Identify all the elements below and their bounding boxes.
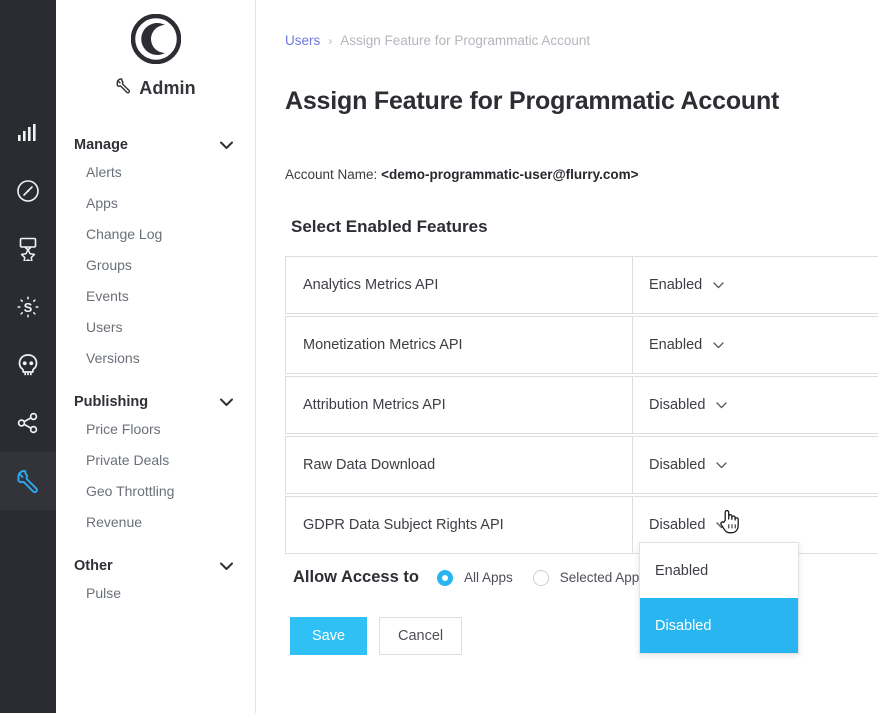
breadcrumb-current: Assign Feature for Programmatic Account [340,33,591,48]
breadcrumb: Users › Assign Feature for Programmatic … [285,32,878,50]
chevron-down-icon[interactable] [713,281,724,289]
feature-name-cell: Analytics Metrics API [286,257,633,313]
feature-state-value: Disabled [649,397,706,413]
brand-title: Admin [115,77,196,99]
radio-selected-apps-label: Selected Apps [559,570,647,585]
app-root: S Admin Manage Alerts Apps Change Log Gr… [0,0,878,713]
wrench-icon [15,468,41,494]
nav-section-header-other[interactable]: Other [56,554,255,578]
share-nodes-icon [16,411,40,435]
radio-all-apps-label: All Apps [463,570,513,585]
nav-section-publishing: Publishing Price Floors Private Deals Ge… [56,390,255,538]
svg-text:S: S [24,300,33,315]
feature-state-select[interactable]: Enabled [633,317,878,373]
feature-state-select[interactable]: Disabled [633,437,878,493]
account-name-label: Account Name: [285,167,378,182]
flurry-circle-logo [130,13,181,69]
feature-state-select[interactable]: Disabled [633,377,878,433]
rail-item-explorer[interactable] [0,162,56,220]
nav-panel: Admin Manage Alerts Apps Change Log Grou… [56,0,256,713]
radio-selected-apps-input[interactable] [532,569,549,586]
medal-award-icon [17,237,39,261]
chevron-down-icon[interactable] [716,461,728,469]
nav-section-manage: Manage Alerts Apps Change Log Groups Eve… [56,133,255,374]
rail-item-admin[interactable] [0,452,56,510]
feature-state-value: Disabled [649,457,706,473]
radio-selected-apps[interactable]: Selected Apps [532,569,647,586]
page-title: Assign Feature for Programmatic Account [285,87,780,115]
table-row: Analytics Metrics API Enabled [285,256,878,314]
brand-block: Admin [56,13,255,117]
account-name-line: Account Name: <demo-programmatic-user@fl… [285,167,878,182]
feature-state-select[interactable]: Enabled [633,257,878,313]
rail-item-attribution[interactable] [0,394,56,452]
nav-section-header-manage[interactable]: Manage [56,133,255,157]
sidebar-item-events[interactable]: Events [56,281,255,312]
table-row: Raw Data Download Disabled [285,436,878,494]
analytics-bar-chart-icon [17,123,39,143]
nav-section-header-publishing[interactable]: Publishing [56,390,255,414]
icon-rail: S [0,0,56,713]
table-row: Attribution Metrics API Disabled [285,376,878,434]
chevron-down-icon[interactable] [713,341,724,349]
chevron-down-icon[interactable] [716,521,728,529]
sidebar-item-groups[interactable]: Groups [56,250,255,281]
table-row: Monetization Metrics API Enabled [285,316,878,374]
sidebar-item-apps[interactable]: Apps [56,188,255,219]
feature-name-cell: GDPR Data Subject Rights API [286,497,633,553]
skull-icon [17,353,39,377]
sidebar-item-revenue[interactable]: Revenue [56,507,255,538]
dropdown-option-disabled[interactable]: Disabled [640,598,798,653]
dollar-sparkle-icon: S [16,295,40,319]
sidebar-item-change-log[interactable]: Change Log [56,219,255,250]
rail-item-analytics[interactable] [0,104,56,162]
compass-icon [16,179,40,203]
radio-all-apps[interactable]: All Apps [436,569,513,586]
sidebar-item-versions[interactable]: Versions [56,343,255,374]
chevron-down-icon[interactable] [220,141,233,150]
sidebar-item-private-deals[interactable]: Private Deals [56,445,255,476]
nav-section-label: Publishing [74,394,149,410]
cancel-button[interactable]: Cancel [379,617,463,655]
feature-state-dropdown-menu: Enabled Disabled [639,542,799,654]
nav-section-other: Other Pulse [56,554,255,609]
account-name-value: <demo-programmatic-user@flurry.com> [381,167,639,182]
rail-item-monetization[interactable]: S [0,278,56,336]
chevron-down-icon[interactable] [716,401,728,409]
sidebar-item-alerts[interactable]: Alerts [56,157,255,188]
dropdown-option-enabled[interactable]: Enabled [640,543,798,598]
radio-all-apps-input[interactable] [436,569,453,586]
sidebar-item-price-floors[interactable]: Price Floors [56,414,255,445]
feature-state-value: Enabled [649,277,703,293]
rail-item-awards[interactable] [0,220,56,278]
sidebar-item-users[interactable]: Users [56,312,255,343]
nav-section-label: Other [74,558,113,574]
feature-name-cell: Raw Data Download [286,437,633,493]
feature-name-cell: Attribution Metrics API [286,377,633,433]
feature-name-cell: Monetization Metrics API [286,317,633,373]
chevron-down-icon[interactable] [220,562,233,571]
save-button[interactable]: Save [290,617,367,655]
wrench-icon [115,77,132,99]
feature-state-value: Enabled [649,337,703,353]
feature-state-value: Disabled [649,517,706,533]
allow-access-label: Allow Access to [293,568,419,586]
chevron-down-icon[interactable] [220,398,233,407]
feature-table: Analytics Metrics API Enabled Monetizati… [285,256,878,554]
nav-section-label: Manage [74,137,128,153]
breadcrumb-separator-icon: › [328,34,333,48]
section-title-select-enabled-features: Select Enabled Features [291,217,488,236]
sidebar-item-pulse[interactable]: Pulse [56,578,255,609]
breadcrumb-link-users[interactable]: Users [285,32,320,50]
brand-title-label: Admin [139,77,196,98]
sidebar-item-geo-throttling[interactable]: Geo Throttling [56,476,255,507]
rail-item-crash[interactable] [0,336,56,394]
